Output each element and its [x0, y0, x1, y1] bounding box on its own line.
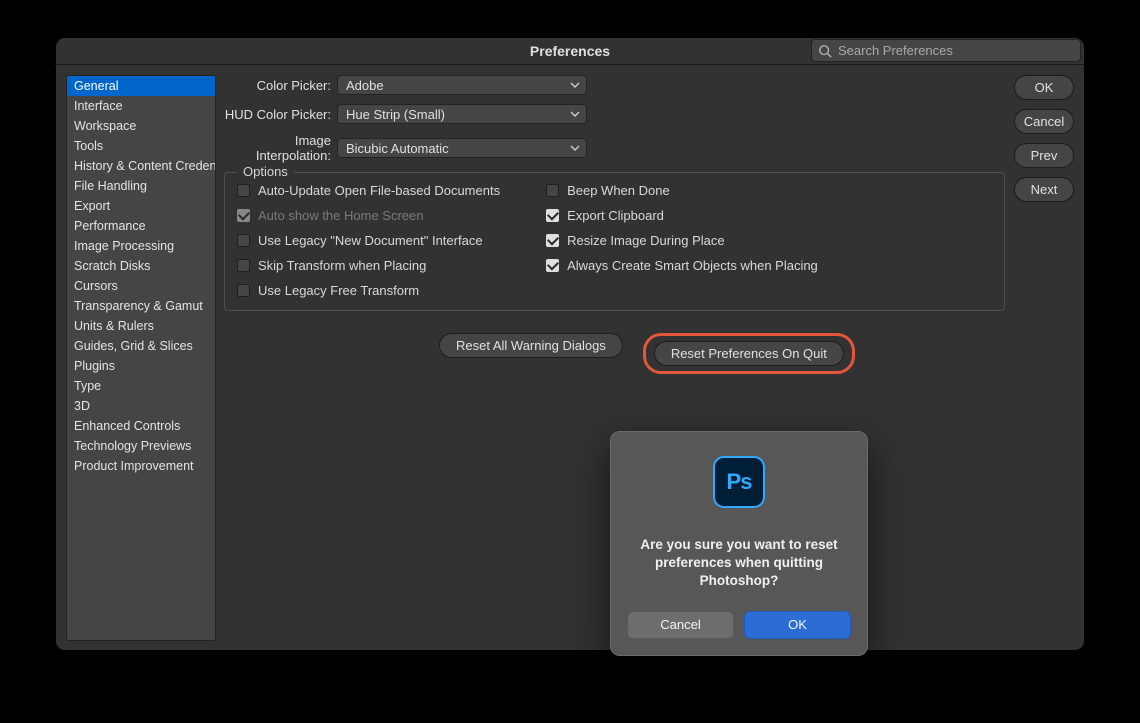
- modal-cancel-button[interactable]: Cancel: [627, 611, 734, 639]
- checkbox-icon: [546, 234, 559, 247]
- color-picker-value: Adobe: [346, 78, 384, 93]
- reset-buttons-row: Reset All Warning Dialogs Reset Preferen…: [439, 333, 1074, 374]
- option-label: Resize Image During Place: [567, 233, 725, 248]
- sidebar-item[interactable]: History & Content Credentials: [67, 156, 215, 176]
- sidebar-item[interactable]: Interface: [67, 96, 215, 116]
- option-checkbox-row[interactable]: Export Clipboard: [546, 208, 818, 223]
- option-label: Use Legacy Free Transform: [258, 283, 419, 298]
- options-right-column: Beep When Done Export Clipboard Resize Ima…: [546, 183, 818, 298]
- modal-ok-button[interactable]: OK: [744, 611, 851, 639]
- sidebar-item[interactable]: Workspace: [67, 116, 215, 136]
- dialog-body: GeneralInterfaceWorkspaceToolsHistory & …: [55, 65, 1085, 651]
- option-label: Use Legacy "New Document" Interface: [258, 233, 483, 248]
- search-field-wrap[interactable]: [811, 39, 1081, 62]
- checkbox-icon: [237, 184, 250, 197]
- option-checkbox-row[interactable]: Skip Transform when Placing: [237, 258, 500, 273]
- sidebar-item[interactable]: Guides, Grid & Slices: [67, 336, 215, 356]
- ok-button[interactable]: OK: [1014, 75, 1074, 100]
- option-label: Skip Transform when Placing: [258, 258, 426, 273]
- sidebar-item[interactable]: Units & Rulers: [67, 316, 215, 336]
- sidebar-item[interactable]: File Handling: [67, 176, 215, 196]
- options-legend: Options: [237, 164, 294, 179]
- sidebar-item[interactable]: Image Processing: [67, 236, 215, 256]
- checkbox-icon: [546, 259, 559, 272]
- reset-warning-dialogs-button[interactable]: Reset All Warning Dialogs: [439, 333, 623, 358]
- titlebar: Preferences: [55, 37, 1085, 65]
- main-panel: Color Picker: Adobe HUD Color Picker: Hu…: [224, 75, 1074, 641]
- modal-message: Are you sure you want to reset preferenc…: [627, 536, 851, 591]
- option-checkbox-row[interactable]: Use Legacy "New Document" Interface: [237, 233, 500, 248]
- sidebar-item[interactable]: Enhanced Controls: [67, 416, 215, 436]
- color-picker-select[interactable]: Adobe: [337, 75, 587, 95]
- sidebar-item[interactable]: Product Improvement: [67, 456, 215, 476]
- option-checkbox-row[interactable]: Beep When Done: [546, 183, 818, 198]
- confirm-reset-modal: Ps Are you sure you want to reset prefer…: [610, 431, 868, 656]
- option-label: Auto-Update Open File-based Documents: [258, 183, 500, 198]
- options-left-column: Auto-Update Open File-based Documents Aut…: [237, 183, 500, 298]
- sidebar-item[interactable]: Technology Previews: [67, 436, 215, 456]
- modal-button-row: Cancel OK: [627, 611, 851, 639]
- checkbox-icon: [237, 209, 250, 222]
- option-label: Beep When Done: [567, 183, 670, 198]
- color-picker-label: Color Picker:: [224, 78, 337, 93]
- sidebar: GeneralInterfaceWorkspaceToolsHistory & …: [66, 75, 216, 641]
- hud-color-picker-select[interactable]: Hue Strip (Small): [337, 104, 587, 124]
- preferences-dialog: Preferences GeneralInterfaceWorkspaceToo…: [55, 37, 1085, 651]
- option-label: Always Create Smart Objects when Placing: [567, 258, 818, 273]
- image-interpolation-label: Image Interpolation:: [224, 133, 337, 163]
- option-checkbox-row[interactable]: Use Legacy Free Transform: [237, 283, 500, 298]
- search-input[interactable]: [838, 43, 1074, 58]
- hud-color-picker-label: HUD Color Picker:: [224, 107, 337, 122]
- options-group: Options Auto-Update Open File-based Docu…: [224, 172, 1005, 311]
- sidebar-item[interactable]: General: [67, 76, 215, 96]
- reset-preferences-on-quit-button[interactable]: Reset Preferences On Quit: [654, 341, 844, 366]
- option-checkbox-row[interactable]: Auto-Update Open File-based Documents: [237, 183, 500, 198]
- hud-color-picker-value: Hue Strip (Small): [346, 107, 445, 122]
- sidebar-item[interactable]: Scratch Disks: [67, 256, 215, 276]
- next-button[interactable]: Next: [1014, 177, 1074, 202]
- checkbox-icon: [546, 184, 559, 197]
- checkbox-icon: [546, 209, 559, 222]
- option-label: Auto show the Home Screen: [258, 208, 423, 223]
- chevron-down-icon: [570, 143, 580, 153]
- sidebar-item[interactable]: Plugins: [67, 356, 215, 376]
- checkbox-icon: [237, 234, 250, 247]
- sidebar-item[interactable]: Performance: [67, 216, 215, 236]
- sidebar-item[interactable]: Transparency & Gamut: [67, 296, 215, 316]
- image-interpolation-select[interactable]: Bicubic Automatic: [337, 138, 587, 158]
- prev-button[interactable]: Prev: [1014, 143, 1074, 168]
- right-button-column: OK Cancel Prev Next: [1014, 75, 1074, 202]
- checkbox-icon: [237, 259, 250, 272]
- option-label: Export Clipboard: [567, 208, 664, 223]
- chevron-down-icon: [570, 80, 580, 90]
- checkbox-icon: [237, 284, 250, 297]
- sidebar-item[interactable]: Tools: [67, 136, 215, 156]
- highlight-ring: Reset Preferences On Quit: [643, 333, 855, 374]
- cancel-button[interactable]: Cancel: [1014, 109, 1074, 134]
- sidebar-item[interactable]: Type: [67, 376, 215, 396]
- option-checkbox-row: Auto show the Home Screen: [237, 208, 500, 223]
- sidebar-item[interactable]: Cursors: [67, 276, 215, 296]
- option-checkbox-row[interactable]: Resize Image During Place: [546, 233, 818, 248]
- photoshop-app-icon: Ps: [713, 456, 765, 508]
- image-interpolation-value: Bicubic Automatic: [346, 141, 449, 156]
- search-icon: [818, 44, 832, 58]
- chevron-down-icon: [570, 109, 580, 119]
- option-checkbox-row[interactable]: Always Create Smart Objects when Placing: [546, 258, 818, 273]
- sidebar-item[interactable]: Export: [67, 196, 215, 216]
- sidebar-item[interactable]: 3D: [67, 396, 215, 416]
